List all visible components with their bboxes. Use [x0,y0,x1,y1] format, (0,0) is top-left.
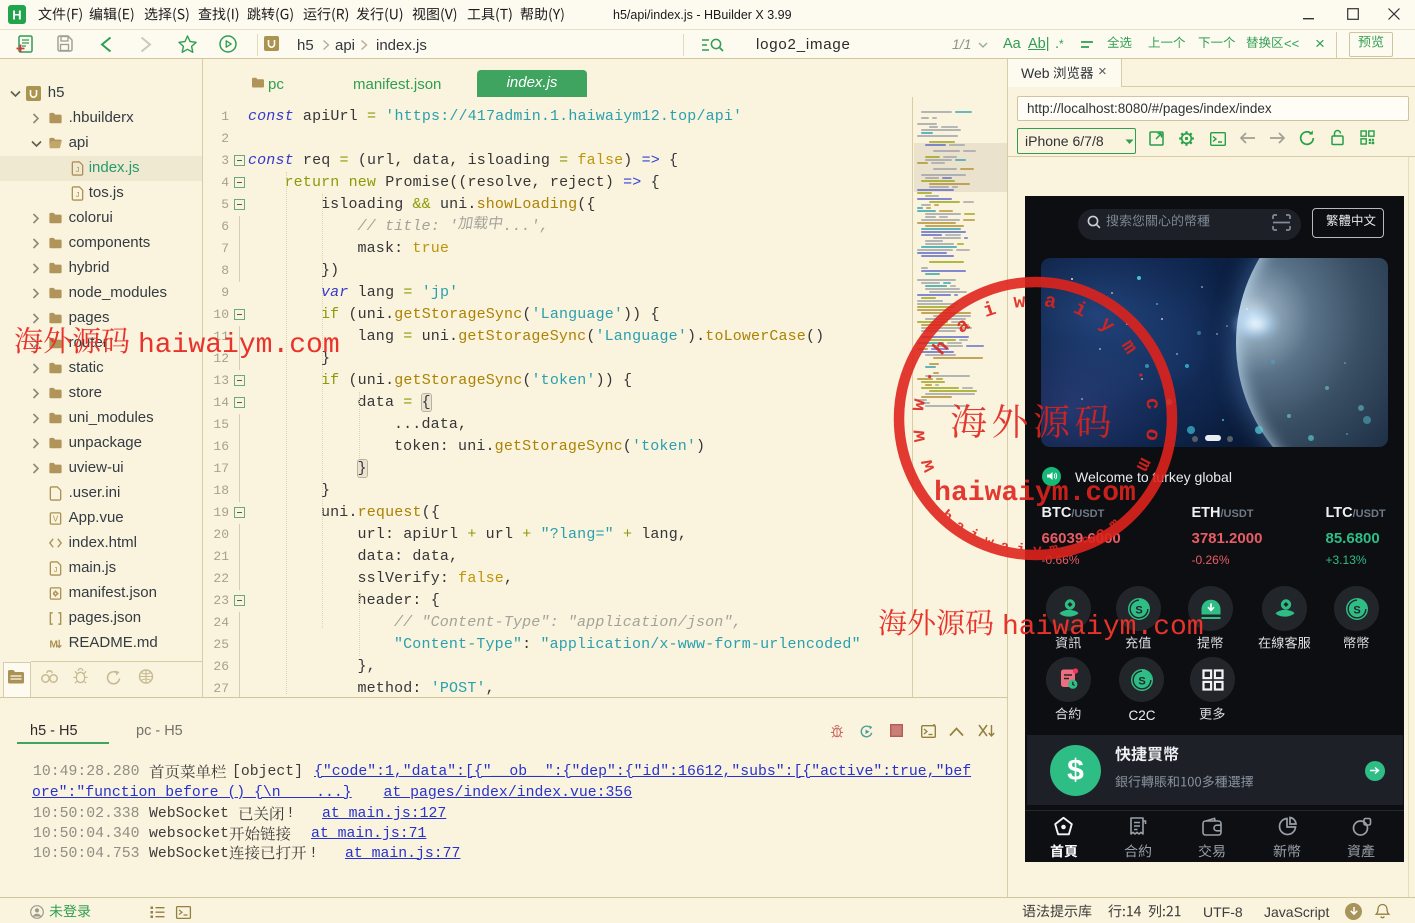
svg-text:haiwaiym.com: haiwaiym.com [937,507,1129,559]
svg-text:H: H [12,8,21,23]
svg-text:J: J [75,192,80,200]
svg-text:J: J [53,567,58,575]
svg-text:M: M [49,639,58,650]
svg-text:haiwaiym.com: haiwaiym.com [934,478,1136,509]
svg-text:V: V [53,514,59,523]
svg-text:S: S [1353,604,1360,616]
svg-text:J: J [75,167,80,175]
svg-text:S: S [1138,675,1145,687]
